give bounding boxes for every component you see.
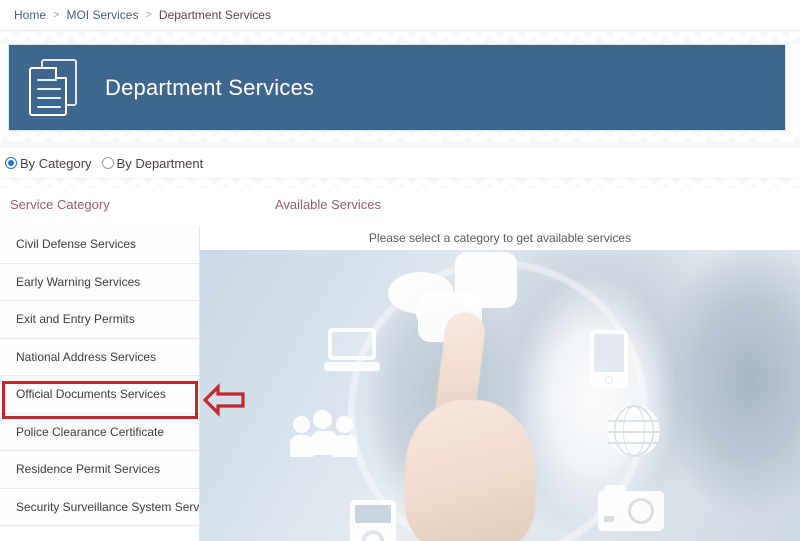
laptop-icon: [324, 328, 380, 374]
available-services-panel: Please select a category to get availabl…: [200, 226, 800, 541]
photo-camera-icon: [598, 485, 664, 531]
category-item-security-surveillance-system-services[interactable]: Security Surveillance System Services: [0, 488, 199, 526]
service-category-list: Civil Defense Services Early Warning Ser…: [0, 226, 200, 541]
column-header-service-category: Service Category: [10, 197, 110, 212]
column-headers: Service Category Available Services: [0, 188, 800, 226]
people-group-icon: [290, 410, 357, 457]
breadcrumb-item-department-services: Department Services: [158, 8, 271, 22]
radio-button-by-department[interactable]: [101, 157, 114, 169]
page-header-banner: Department Services: [8, 44, 786, 131]
category-item-civil-defense-services[interactable]: Civil Defense Services: [0, 226, 199, 264]
category-item-official-documents-services[interactable]: Official Documents Services: [0, 376, 199, 414]
radio-button-by-category[interactable]: [5, 157, 17, 169]
video-camera-icon: [350, 500, 396, 541]
view-mode-filter-bar: By Category By Department: [0, 148, 800, 179]
breadcrumb-item-home[interactable]: Home: [14, 8, 46, 22]
radio-option-by-department[interactable]: By Department: [101, 155, 204, 171]
category-item-exit-and-entry-permits[interactable]: Exit and Entry Permits: [0, 301, 199, 339]
column-header-available-services: Available Services: [275, 197, 381, 212]
background-texture-strip: [0, 179, 800, 188]
documents-icon: [27, 58, 81, 117]
radio-label-by-department: By Department: [116, 155, 204, 171]
breadcrumb-separator: >: [53, 9, 60, 21]
smartphone-icon: [590, 330, 628, 388]
breadcrumb-separator: >: [145, 9, 152, 21]
breadcrumb-item-moi-services[interactable]: MOI Services: [66, 8, 138, 22]
background-texture-strip: [0, 131, 800, 148]
services-hint-message: Please select a category to get availabl…: [200, 226, 800, 250]
main-content-area: Civil Defense Services Early Warning Ser…: [0, 226, 800, 541]
hero-promotional-image: [200, 250, 800, 541]
page-title: Department Services: [105, 74, 315, 100]
radio-option-by-category[interactable]: By Category: [5, 156, 92, 171]
speech-bubble-square-large-icon: [455, 252, 517, 320]
radio-label-by-category: By Category: [20, 155, 92, 171]
category-item-police-clearance-certificate[interactable]: Police Clearance Certificate: [0, 413, 199, 451]
globe-icon: [608, 405, 660, 457]
breadcrumb: Home > MOI Services > Department Service…: [0, 0, 800, 31]
category-item-national-address-services[interactable]: National Address Services: [0, 338, 199, 376]
category-item-early-warning-services[interactable]: Early Warning Services: [0, 263, 199, 301]
background-texture-strip: [0, 31, 800, 44]
category-item-residence-permit-services[interactable]: Residence Permit Services: [0, 451, 199, 489]
